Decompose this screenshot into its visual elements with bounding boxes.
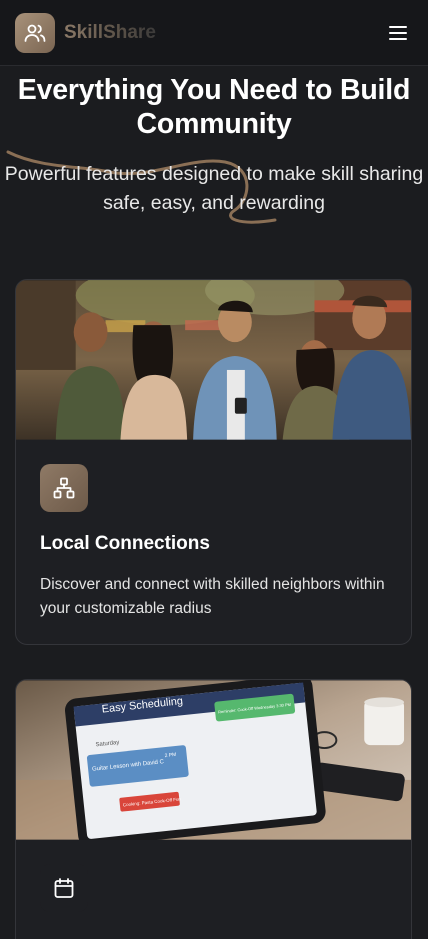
feature-card-scheduling: Easy Scheduling Saturday Guitar Lesson w… <box>15 679 412 939</box>
top-nav: SkillShare <box>0 0 428 66</box>
scheduling-tablet-photo: Easy Scheduling Saturday Guitar Lesson w… <box>16 680 411 840</box>
brand-name[interactable]: SkillShare <box>64 22 156 44</box>
feature-icon-badge <box>40 464 88 512</box>
logo-badge[interactable] <box>15 12 55 53</box>
menu-button[interactable] <box>383 18 413 48</box>
hamburger-menu-icon <box>389 25 407 40</box>
community-photo <box>16 280 411 440</box>
feature-title: Local Connections <box>40 533 210 554</box>
hero-subtitle: Powerful features designed to make skill… <box>4 163 424 214</box>
hero-title: Everything You Need to Build Community <box>17 74 411 140</box>
users-icon <box>24 24 46 42</box>
feature-icon-badge <box>40 864 88 912</box>
feature-card-local-connections: Local Connections Discover and connect w… <box>15 279 412 645</box>
feature-description: Discover and connect with skilled neighb… <box>40 576 385 617</box>
tablet-event-1-time: 2 PM <box>164 752 176 759</box>
calendar-icon <box>54 878 74 898</box>
network-icon <box>53 477 75 499</box>
